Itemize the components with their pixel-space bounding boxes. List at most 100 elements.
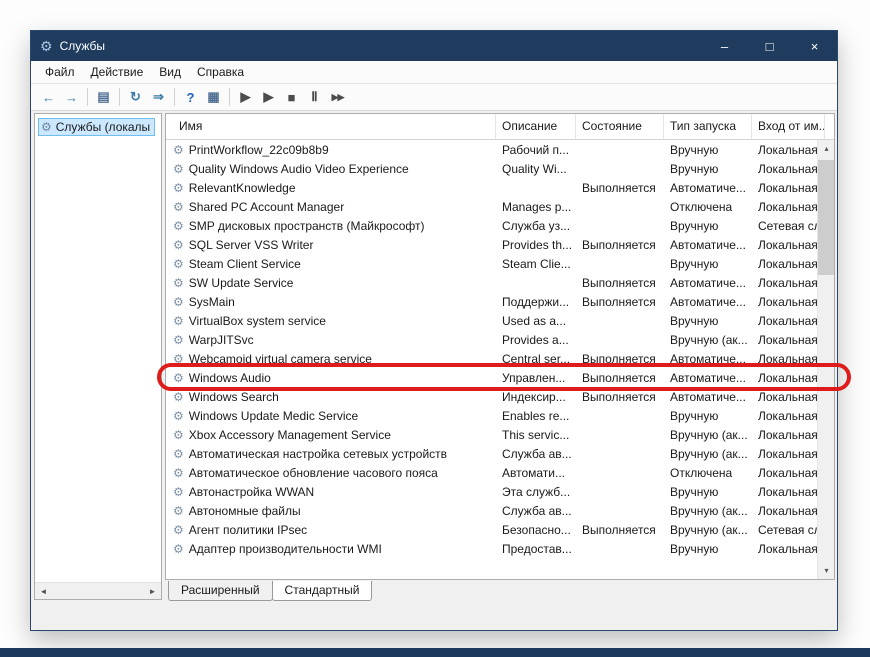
sidebar-item-label: Службы (локалы	[55, 120, 151, 134]
service-gear-icon: ⚙	[173, 522, 184, 537]
stop-service-icon[interactable]: ■	[280, 86, 303, 108]
menu-file[interactable]: Файл	[37, 62, 83, 82]
table-row[interactable]: ⚙ Steam Client Service Steam Clie... Вручну…	[166, 254, 817, 273]
scroll-up-arrow-icon[interactable]: ▴	[818, 140, 834, 157]
menu-view[interactable]: Вид	[151, 62, 189, 82]
service-name: Автонастройка WWAN	[188, 484, 315, 499]
table-row[interactable]: ⚙ Shared PC Account Manager Manages p... От…	[166, 197, 817, 216]
scrollbar-thumb[interactable]	[818, 160, 834, 275]
service-name: Windows Audio	[188, 370, 271, 385]
table-row[interactable]: ⚙ Агент политики IPsec Безопасно... Выполня…	[166, 520, 817, 539]
service-name-cell: ⚙ VirtualBox system service	[166, 314, 496, 328]
service-name-cell: ⚙ Steam Client Service	[166, 257, 496, 271]
table-row[interactable]: ⚙ Xbox Accessory Management Service This s…	[166, 425, 817, 444]
pause-service-icon[interactable]: Ⅱ	[303, 86, 326, 108]
service-name-cell: ⚙ Shared PC Account Manager	[166, 200, 496, 214]
service-description: Quality Wi...	[502, 161, 567, 176]
service-gear-icon: ⚙	[173, 275, 184, 290]
properties-icon[interactable]: ▦	[202, 86, 225, 108]
minimize-button[interactable]: –	[702, 31, 747, 61]
title-bar[interactable]: ⚙ Службы – □ ×	[31, 31, 837, 61]
list-vertical-scrollbar[interactable]: ▴ ▾	[817, 140, 834, 579]
menu-help[interactable]: Справка	[189, 62, 252, 82]
service-name-cell: ⚙ Агент политики IPsec	[166, 523, 496, 537]
service-gear-icon: ⚙	[173, 370, 184, 385]
service-logon-as: Локальная	[758, 370, 817, 385]
refresh-icon[interactable]: ↻	[124, 86, 147, 108]
service-logon-as: Локальная	[758, 389, 817, 404]
table-row[interactable]: ⚙ Webcamoid virtual camera service Central…	[166, 349, 817, 368]
table-row[interactable]: ⚙ Windows Audio Управлен... Выполняется Авто…	[166, 368, 817, 387]
menu-action[interactable]: Действие	[83, 62, 152, 82]
close-button[interactable]: ×	[792, 31, 837, 61]
service-name: Автономные файлы	[188, 503, 301, 518]
service-logon-as: Локальная	[758, 503, 817, 518]
table-row[interactable]: ⚙ Windows Search Индексир... Выполняется Авт…	[166, 387, 817, 406]
export-list-icon[interactable]: ⇒	[147, 86, 170, 108]
sidebar-item-services-local[interactable]: ⚙ Службы (локалы	[38, 118, 156, 136]
column-header-2[interactable]: Состояние	[576, 114, 664, 139]
resume-service-icon[interactable]: ▶	[257, 86, 280, 108]
scroll-right-arrow-icon[interactable]: ►	[144, 583, 161, 599]
column-header-0[interactable]: Имя	[166, 114, 496, 139]
service-name: Автоматическое обновление часового пояса	[188, 465, 438, 480]
service-name-cell: ⚙ Windows Search	[166, 390, 496, 404]
service-startup-type: Отключена	[670, 199, 733, 214]
table-row[interactable]: ⚙ Автоматическая настройка сетевых устрой…	[166, 444, 817, 463]
start-service-icon[interactable]: ▶	[234, 86, 257, 108]
toolbar: ← → ▤ ↻ ⇒? ▦ ▶ ▶ ■ Ⅱ ▶▶	[31, 84, 837, 111]
table-row[interactable]: ⚙ SysMain Поддержи... Выполняется Автоматиче…	[166, 292, 817, 311]
service-status: Выполняется	[582, 180, 656, 195]
scroll-left-arrow-icon[interactable]: ◄	[35, 583, 52, 599]
table-row[interactable]: ⚙ Quality Windows Audio Video Experience Q…	[166, 159, 817, 178]
back-icon[interactable]: ←	[37, 86, 60, 108]
forward-icon[interactable]: →	[60, 86, 83, 108]
service-description: Steam Clie...	[502, 256, 571, 271]
table-row[interactable]: ⚙ PrintWorkflow_22c09b8b9 Рабочий п... Вруч…	[166, 140, 817, 159]
service-name-cell: ⚙ PrintWorkflow_22c09b8b9	[166, 143, 496, 157]
service-description: Provides a...	[502, 332, 569, 347]
table-row[interactable]: ⚙ Автономные файлы Служба ав... Вручную (ак…	[166, 501, 817, 520]
service-name-cell: ⚙ Webcamoid virtual camera service	[166, 352, 496, 366]
restart-service-icon[interactable]: ▶▶	[326, 86, 349, 108]
table-row[interactable]: ⚙ SMP дисковых пространств (Майкрософт) Сл…	[166, 216, 817, 235]
service-gear-icon: ⚙	[173, 503, 184, 518]
show-console-tree-icon[interactable]: ▤	[92, 86, 115, 108]
service-rows: ⚙ PrintWorkflow_22c09b8b9 Рабочий п... Вруч…	[166, 140, 817, 579]
maximize-button[interactable]: □	[747, 31, 792, 61]
scroll-down-arrow-icon[interactable]: ▾	[818, 562, 834, 579]
service-name-cell: ⚙ Автоматическая настройка сетевых устрой…	[166, 447, 496, 461]
toolbar-separator	[119, 88, 120, 106]
column-header-4[interactable]: Вход от им...	[752, 114, 825, 139]
service-name: Автоматическая настройка сетевых устройс…	[188, 446, 448, 461]
service-name: Steam Client Service	[188, 256, 301, 271]
service-name: SysMain	[188, 294, 235, 309]
service-logon-as: Локальная	[758, 313, 817, 328]
service-description: Central ser...	[502, 351, 571, 366]
table-row[interactable]: ⚙ WarpJITSvc Provides a... Вручную (ак... Ло…	[166, 330, 817, 349]
service-description: Enables re...	[502, 408, 570, 423]
service-description: Служба ав...	[502, 446, 572, 461]
tab-extended[interactable]: Расширенный	[168, 581, 273, 601]
table-row[interactable]: ⚙ Автоматическое обновление часового пояс…	[166, 463, 817, 482]
column-header-1[interactable]: Описание	[496, 114, 576, 139]
service-logon-as: Локальная	[758, 180, 817, 195]
tab-standard[interactable]: Стандартный	[271, 581, 373, 601]
service-name: VirtualBox system service	[188, 313, 326, 328]
service-gear-icon: ⚙	[173, 446, 184, 461]
service-description: Manages p...	[502, 199, 572, 214]
table-row[interactable]: ⚙ RelevantKnowledge Выполняется Автоматиче.…	[166, 178, 817, 197]
help-icon[interactable]: ?	[179, 86, 202, 108]
service-gear-icon: ⚙	[173, 389, 184, 404]
table-row[interactable]: ⚙ VirtualBox system service Used as a... Вр…	[166, 311, 817, 330]
table-row[interactable]: ⚙ Windows Update Medic Service Enables re.…	[166, 406, 817, 425]
service-startup-type: Автоматиче...	[670, 389, 746, 404]
sidebar-horizontal-scrollbar[interactable]: ◄ ►	[35, 582, 161, 599]
column-header-3[interactable]: Тип запуска	[664, 114, 752, 139]
table-row[interactable]: ⚙ Адаптер производительности WMI Предостав…	[166, 539, 817, 558]
service-name-cell: ⚙ SQL Server VSS Writer	[166, 238, 496, 252]
service-name: WarpJITSvc	[188, 332, 254, 347]
table-row[interactable]: ⚙ Автонастройка WWAN Эта служб... Вручную Ло…	[166, 482, 817, 501]
table-row[interactable]: ⚙ SQL Server VSS Writer Provides th... Выпо…	[166, 235, 817, 254]
table-row[interactable]: ⚙ SW Update Service Выполняется Автоматиче.…	[166, 273, 817, 292]
